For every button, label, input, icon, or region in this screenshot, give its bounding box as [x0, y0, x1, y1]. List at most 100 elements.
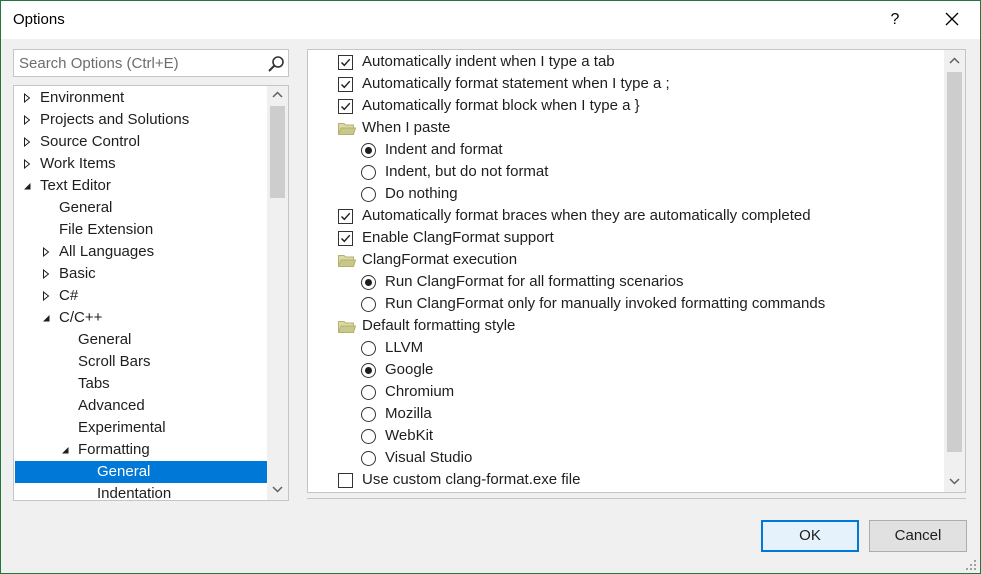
tree-item[interactable]: Source Control	[15, 131, 267, 153]
tree-item[interactable]: Work Items	[15, 153, 267, 175]
tree-item[interactable]: Scroll Bars	[15, 351, 267, 373]
collapse-arrow-icon[interactable]	[60, 445, 70, 455]
checkbox[interactable]	[338, 209, 353, 224]
option-label: Chromium	[385, 383, 455, 400]
expand-arrow-icon[interactable]	[22, 93, 32, 103]
help-button[interactable]: ?	[881, 7, 909, 33]
expand-arrow-icon[interactable]	[41, 291, 51, 301]
options-tree: Environment Projects and Solutions Source …	[13, 85, 289, 501]
option-label: Indent and format	[385, 141, 503, 158]
tree-item[interactable]: Environment	[15, 87, 267, 109]
expand-arrow-icon[interactable]	[22, 159, 32, 169]
folder-icon	[338, 321, 356, 333]
expand-arrow-icon[interactable]	[22, 115, 32, 125]
checkbox[interactable]	[338, 231, 353, 246]
scroll-thumb[interactable]	[270, 106, 285, 198]
option-label: Automatically indent when I type a tab	[362, 53, 615, 70]
tree-item-label: Tabs	[78, 375, 110, 392]
tree-item-label: Formatting	[78, 441, 150, 458]
radio-dot	[365, 367, 372, 374]
search-icon[interactable]	[266, 54, 286, 74]
tree-item[interactable]: Advanced	[15, 395, 267, 417]
tree-item[interactable]: General	[15, 461, 267, 483]
radio-button[interactable]	[361, 385, 376, 400]
option-label: Google	[385, 361, 434, 378]
tree-item-label: Text Editor	[40, 177, 111, 194]
tree-item-label: Advanced	[78, 397, 145, 414]
tree-item-label: General	[97, 463, 151, 480]
close-icon	[945, 12, 959, 26]
checkmark-icon	[341, 234, 351, 243]
radio-button[interactable]	[361, 407, 376, 422]
radio-button[interactable]	[361, 341, 376, 356]
radio-button[interactable]	[361, 429, 376, 444]
tree-item[interactable]: General	[15, 329, 267, 351]
radio-button[interactable]	[361, 451, 376, 466]
collapse-arrow-icon[interactable]	[41, 313, 51, 323]
scroll-thumb[interactable]	[947, 72, 962, 452]
radio-button[interactable]	[361, 165, 376, 180]
search-input[interactable]	[14, 50, 258, 76]
radio-button[interactable]	[361, 363, 376, 378]
option-label: Indent, but do not format	[385, 163, 549, 180]
tree-item[interactable]: Indentation	[15, 483, 267, 501]
tree-item-label: Source Control	[40, 133, 141, 150]
radio-button[interactable]	[361, 275, 376, 290]
checkbox[interactable]	[338, 77, 353, 92]
radio-button[interactable]	[361, 187, 376, 202]
scroll-down-button[interactable]	[267, 480, 288, 498]
scroll-down-button[interactable]	[944, 472, 965, 490]
tree-item-label: Projects and Solutions	[40, 111, 190, 128]
cancel-button[interactable]: Cancel	[869, 520, 967, 552]
option-label: ClangFormat execution	[362, 251, 518, 268]
expand-arrow-icon[interactable]	[41, 247, 51, 257]
radio-button[interactable]	[361, 297, 376, 312]
tree-item[interactable]: Text Editor	[15, 175, 267, 197]
tree-item-label: Scroll Bars	[78, 353, 151, 370]
radio-button[interactable]	[361, 143, 376, 158]
options-panel: Automatically indent when I type a tab Au…	[307, 49, 966, 493]
scroll-up-button[interactable]	[944, 52, 965, 70]
option-label: Default formatting style	[362, 317, 516, 334]
tree-item[interactable]: Projects and Solutions	[15, 109, 267, 131]
tree-item-label: Basic	[59, 265, 96, 282]
expand-arrow-icon[interactable]	[41, 269, 51, 279]
option-label: Do nothing	[385, 185, 458, 202]
tree-item[interactable]: File Extension	[15, 219, 267, 241]
panel-scrollbar[interactable]	[944, 50, 965, 492]
tree-item[interactable]: All Languages	[15, 241, 267, 263]
tree-item[interactable]: General	[15, 197, 267, 219]
checkbox[interactable]	[338, 55, 353, 70]
resize-grip-icon[interactable]	[965, 559, 977, 571]
checkbox[interactable]	[338, 473, 353, 488]
tree-item-label: Indentation	[97, 485, 172, 501]
title-bar: Options ?	[1, 1, 980, 39]
option-label: Run ClangFormat only for manually invoke…	[385, 295, 826, 312]
radio-dot	[365, 147, 372, 154]
option-label: Mozilla	[385, 405, 432, 422]
option-label: Automatically format block when I type a…	[362, 97, 640, 114]
scroll-up-button[interactable]	[267, 86, 288, 104]
tree-scrollbar[interactable]	[267, 86, 288, 500]
tree-item-label: Experimental	[78, 419, 166, 436]
tree-item[interactable]: C#	[15, 285, 267, 307]
close-button[interactable]	[937, 7, 967, 33]
tree-item-label: General	[78, 331, 132, 348]
checkmark-icon	[341, 102, 351, 111]
checkbox[interactable]	[338, 99, 353, 114]
expand-arrow-icon[interactable]	[22, 137, 32, 147]
tree-item[interactable]: Basic	[15, 263, 267, 285]
ok-button[interactable]: OK	[761, 520, 859, 552]
option-label: WebKit	[385, 427, 434, 444]
tree-item[interactable]: C/C++	[15, 307, 267, 329]
checkmark-icon	[341, 58, 351, 67]
option-label: Use custom clang-format.exe file	[362, 471, 581, 488]
chevron-down-icon	[272, 486, 283, 493]
tree-item[interactable]: Formatting	[15, 439, 267, 461]
tree-item[interactable]: Tabs	[15, 373, 267, 395]
divider	[307, 498, 966, 499]
option-label: Visual Studio	[385, 449, 473, 466]
collapse-arrow-icon[interactable]	[22, 181, 32, 191]
tree-item[interactable]: Experimental	[15, 417, 267, 439]
tree-item-label: Work Items	[40, 155, 116, 172]
